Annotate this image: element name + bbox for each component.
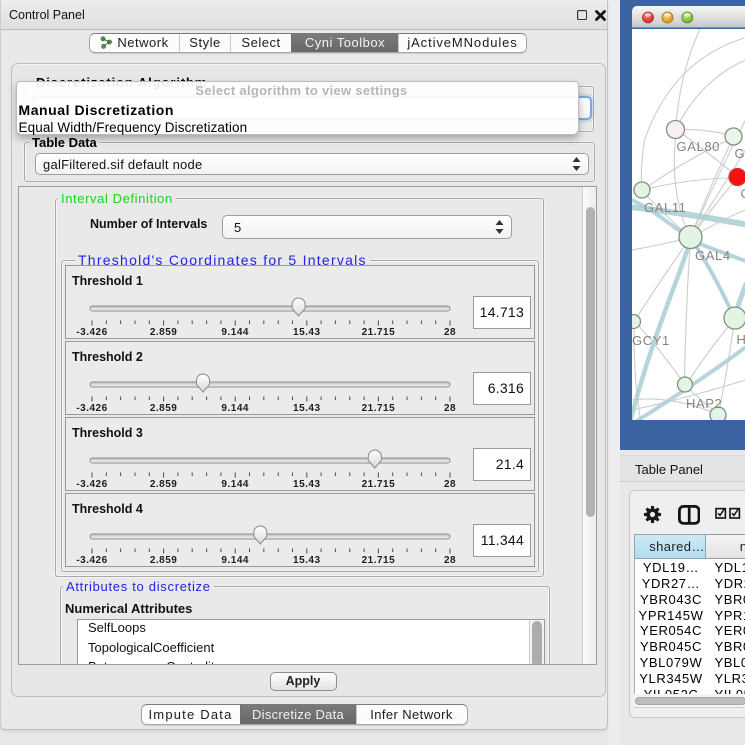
svg-text:28: 28	[444, 327, 456, 338]
svg-text:28: 28	[444, 403, 456, 414]
svg-text:2.859: 2.859	[150, 327, 178, 338]
svg-text:28: 28	[444, 479, 456, 490]
svg-text:GAL4: GAL4	[695, 248, 731, 263]
svg-text:-3.426: -3.426	[76, 327, 107, 338]
svg-text:GAL80: GAL80	[676, 139, 719, 154]
svg-text:-3.426: -3.426	[76, 555, 107, 566]
svg-text:-3.426: -3.426	[76, 403, 107, 414]
svg-text:C: C	[740, 186, 745, 201]
svg-text:21.715: 21.715	[362, 403, 396, 414]
svg-text:21.715: 21.715	[362, 327, 396, 338]
svg-text:HAP2: HAP2	[686, 396, 722, 411]
svg-text:9.144: 9.144	[221, 403, 249, 414]
svg-text:28: 28	[444, 555, 456, 566]
svg-text:21.715: 21.715	[362, 479, 396, 490]
svg-text:-3.426: -3.426	[76, 479, 107, 490]
svg-text:15.43: 15.43	[293, 555, 321, 566]
svg-text:GCY1: GCY1	[632, 333, 670, 348]
svg-text:9.144: 9.144	[221, 555, 249, 566]
svg-text:21.715: 21.715	[362, 555, 396, 566]
svg-text:9.144: 9.144	[221, 479, 249, 490]
svg-text:15.43: 15.43	[293, 403, 321, 414]
svg-text:HIS4: HIS4	[736, 332, 745, 347]
svg-text:15.43: 15.43	[293, 327, 321, 338]
svg-text:2.859: 2.859	[150, 403, 178, 414]
svg-text:GAL11: GAL11	[644, 200, 687, 215]
svg-text:2.859: 2.859	[150, 479, 178, 490]
svg-text:15.43: 15.43	[293, 479, 321, 490]
svg-text:2.859: 2.859	[150, 555, 178, 566]
svg-text:GAL2: GAL2	[734, 146, 745, 161]
svg-text:9.144: 9.144	[221, 327, 249, 338]
